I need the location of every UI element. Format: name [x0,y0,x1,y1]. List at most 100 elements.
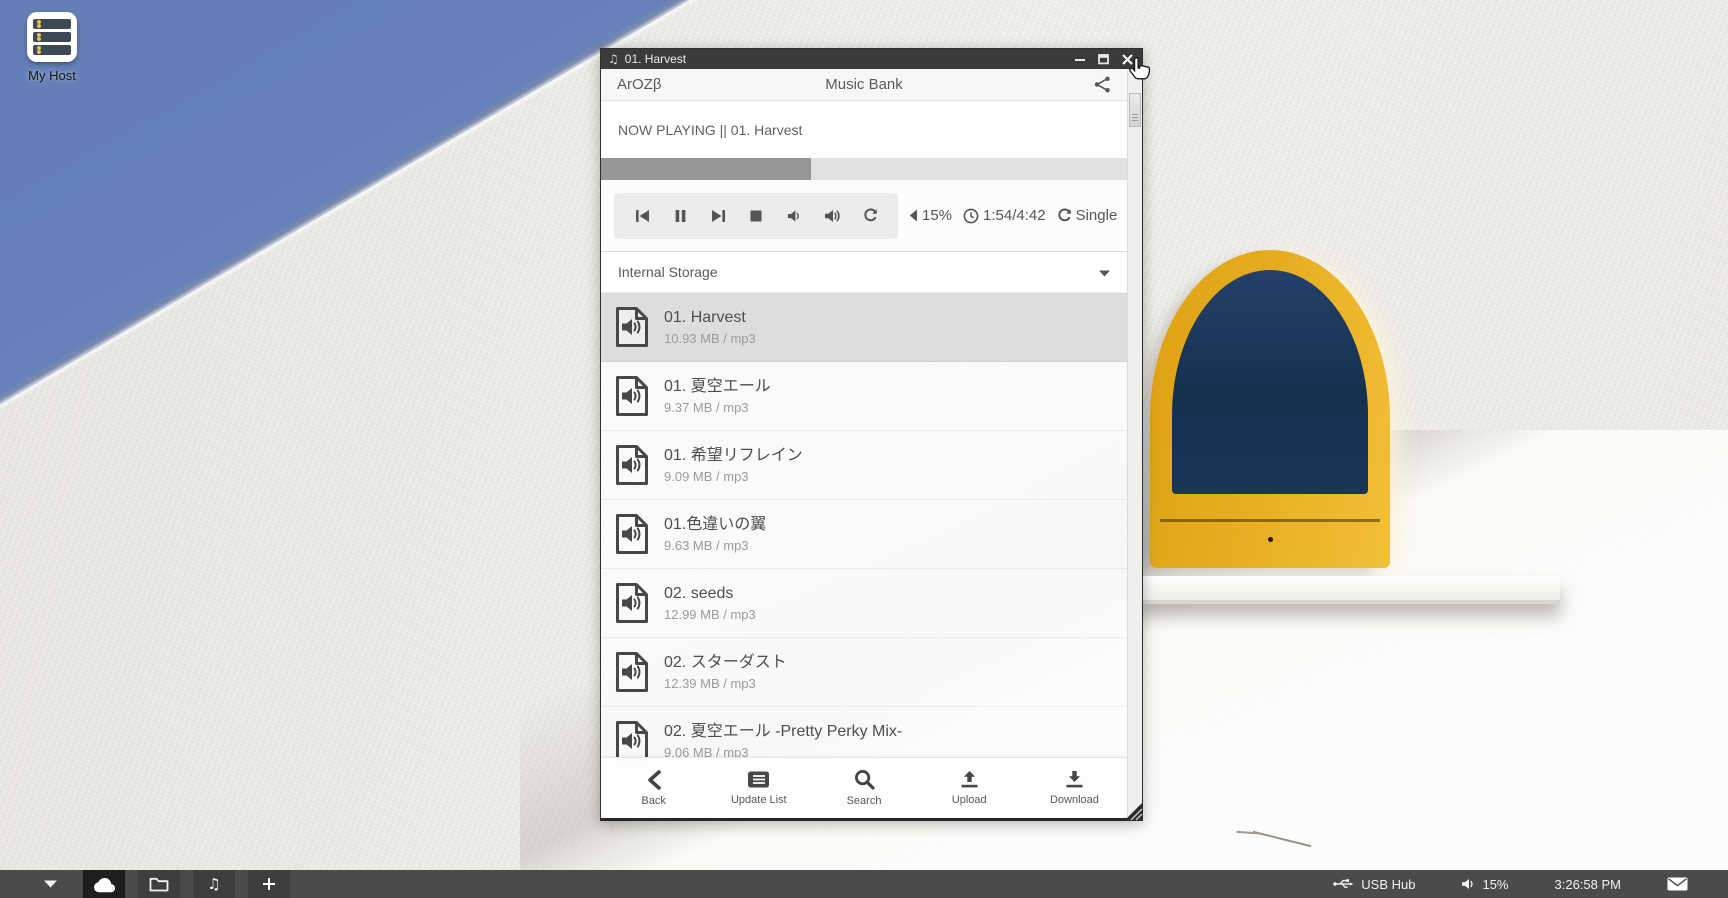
volume-level-icon [909,209,918,222]
taskbar-tile-cloud[interactable] [83,870,125,898]
usb-hub-indicator[interactable]: USB Hub [1333,877,1415,892]
refresh-button[interactable] [851,193,889,239]
pause-button[interactable] [661,193,699,239]
taskbar-status-area: USB Hub 15% 3:26:58 PM [1333,877,1688,892]
usb-icon [1333,877,1354,891]
upload-button[interactable]: Upload [917,758,1022,818]
server-icon [27,12,77,62]
taskbar-tiles: ♫ [83,870,290,898]
server-slat [33,45,71,55]
desktop-icon-label: My Host [14,68,90,83]
taskbar-volume-label: 15% [1482,877,1508,892]
track-title: 02. 夏空エール -Pretty Perky Mix- [664,722,902,741]
volume-up-icon [824,209,841,223]
previous-track-button[interactable] [623,193,661,239]
track-text: 01. Harvest 10.93 MB / mp3 [664,308,756,346]
music-player-window: ♫ 01. Harvest ArOZβ Music Bank [600,48,1143,821]
server-slat [33,19,71,29]
volume-percent: 15% [922,207,952,224]
minimize-icon [1075,53,1085,65]
audio-file-icon [615,513,649,555]
window-titlebar[interactable]: ♫ 01. Harvest [601,49,1142,69]
music-note-icon: ♫ [207,875,220,893]
messages-button[interactable] [1667,877,1688,891]
wallpaper-arched-window [1150,250,1390,568]
minimize-button[interactable] [1072,52,1087,66]
track-text: 02. seeds 12.99 MB / mp3 [664,584,756,622]
track-row[interactable]: 01. 夏空エール 9.37 MB / mp3 [601,362,1127,431]
back-button[interactable]: Back [601,758,706,818]
taskbar-tile-add[interactable] [248,870,290,898]
audio-file-icon [615,375,649,417]
track-text: 01. 希望リフレイン 9.09 MB / mp3 [664,446,803,484]
track-text: 02. スターダスト 12.39 MB / mp3 [664,653,787,691]
track-row[interactable]: 01. 希望リフレイン 9.09 MB / mp3 [601,431,1127,500]
app-header: ArOZβ Music Bank [601,69,1127,101]
close-button[interactable] [1120,52,1135,66]
volume-down-button[interactable] [775,193,813,239]
desktop-icon-my-host[interactable]: My Host [14,12,90,83]
taskbar-tile-music[interactable]: ♫ [193,870,235,898]
search-icon [854,769,875,790]
window-scrollbar[interactable] [1127,69,1142,818]
upload-icon [959,770,980,789]
track-title: 01.色違いの翼 [664,515,766,534]
volume-indicator-taskbar[interactable]: 15% [1461,877,1508,892]
audio-file-icon [615,651,649,693]
toolbar-label: Download [1050,794,1099,806]
seek-bar-fill [601,158,811,180]
seek-bar[interactable] [601,158,1127,180]
folder-icon [149,877,169,892]
update-list-button[interactable]: Update List [706,758,811,818]
download-button[interactable]: Download [1022,758,1127,818]
toolbar-label: Search [847,795,882,807]
arched-window-glass [1172,270,1368,494]
music-note-icon: ♫ [608,52,619,66]
envelope-icon [1667,877,1688,891]
share-button[interactable] [1094,76,1111,93]
taskbar: ♫ USB Hub 15% 3:26:58 PM [0,870,1728,898]
resize-handle[interactable] [1124,802,1143,821]
track-title: 01. Harvest [664,308,756,327]
track-row[interactable]: 01. Harvest 10.93 MB / mp3 [601,293,1127,362]
maximize-button[interactable] [1096,52,1111,66]
clock-icon [963,208,979,224]
usb-hub-label: USB Hub [1361,877,1415,892]
search-button[interactable]: Search [811,758,916,818]
arched-window-frame [1150,250,1390,568]
refresh-icon [863,208,878,223]
share-icon [1094,76,1111,93]
track-meta: 10.93 MB / mp3 [664,331,756,346]
toolbar-label: Back [641,795,665,807]
stop-button[interactable] [737,193,775,239]
volume-up-button[interactable] [813,193,851,239]
list-icon [747,770,770,789]
track-text: 01.色違いの翼 9.63 MB / mp3 [664,515,766,553]
track-row[interactable]: 02. seeds 12.99 MB / mp3 [601,569,1127,638]
time-indicator: 1:54/4:42 [963,207,1046,224]
track-row[interactable]: 02. スターダスト 12.39 MB / mp3 [601,638,1127,707]
toolbar-label: Upload [952,794,987,806]
arched-window-dot [1268,537,1273,542]
speaker-icon [1461,878,1475,890]
plus-icon [262,877,276,891]
play-mode-toggle[interactable]: Single [1057,207,1118,224]
track-row[interactable]: 01.色違いの翼 9.63 MB / mp3 [601,500,1127,569]
brand-label: ArOZβ [617,76,661,93]
taskbar-menu-caret[interactable] [44,880,57,888]
track-title: 01. 希望リフレイン [664,446,803,465]
taskbar-tile-files[interactable] [138,870,180,898]
window-content: ArOZβ Music Bank NOW PLAYING || 01. Harv… [601,69,1142,818]
scrollbar-thumb[interactable] [1129,93,1141,127]
pause-icon [673,209,688,223]
previous-track-icon [635,209,650,223]
audio-file-icon [615,444,649,486]
track-text: 02. 夏空エール -Pretty Perky Mix- 9.06 MB / m… [664,722,902,760]
track-title: 01. 夏空エール [664,377,771,396]
audio-file-icon [615,582,649,624]
track-title: 02. スターダスト [664,653,787,672]
storage-select[interactable]: Internal Storage [601,251,1127,293]
next-track-button[interactable] [699,193,737,239]
audio-file-icon [615,306,649,348]
window-title: 01. Harvest [625,52,686,66]
